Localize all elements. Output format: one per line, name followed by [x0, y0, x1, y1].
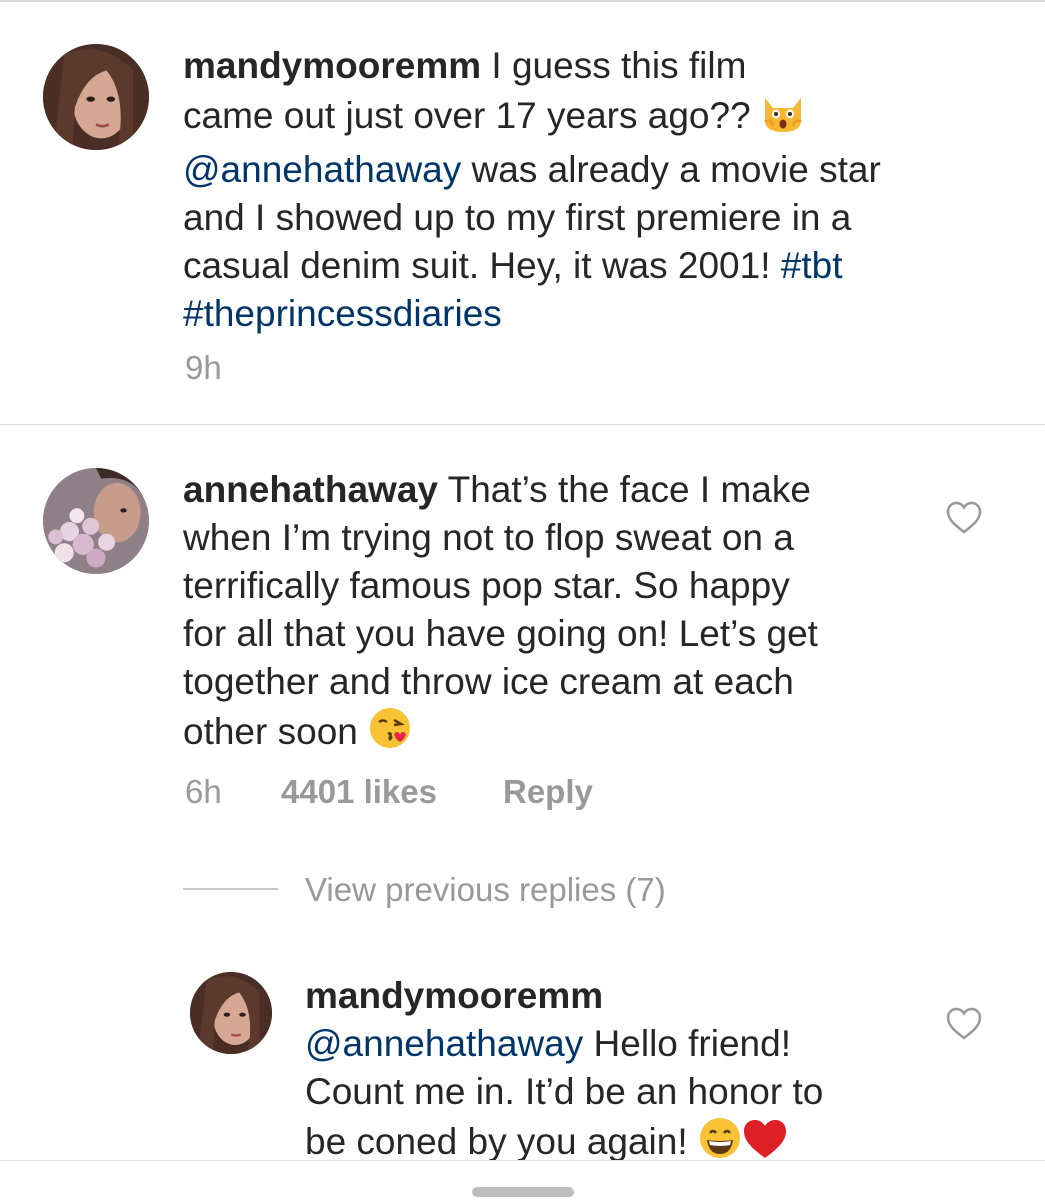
comment-line6: other soon [183, 711, 369, 752]
comment-line2: when I’m trying not to flop sweat on a [183, 517, 794, 558]
comment-line1: That’s the face I make [437, 469, 811, 510]
caption-divider [0, 424, 1045, 425]
caption-text-line5: casual denim suit. Hey, it was 2001! [183, 245, 781, 286]
like-reply-heart-icon[interactable] [946, 1007, 982, 1041]
hashtag-theprincessdiaries[interactable]: #theprincessdiaries [183, 293, 502, 334]
avatar-mandymooremm-reply[interactable] [190, 972, 272, 1054]
reply-line3: be coned by you again! [305, 1121, 698, 1162]
caption-text: mandymooremm I guess this film came out … [183, 42, 881, 338]
caption-text-line2: came out just over 17 years ago?? [183, 95, 761, 136]
home-indicator[interactable] [472, 1187, 574, 1197]
reply-mention[interactable]: @annehathaway [305, 1023, 583, 1064]
kissing-face-icon [368, 706, 412, 762]
avatar-mandymooremm[interactable] [43, 44, 149, 150]
caption-timestamp: 9h [185, 349, 222, 386]
caption-text-line1: I guess this film [481, 45, 747, 86]
reply-line1: Hello friend! [583, 1023, 791, 1064]
reply-username[interactable]: mandymooremm [305, 975, 603, 1016]
reply-text: mandymooremm @annehathaway Hello friend!… [305, 972, 823, 1172]
avatar-photo [190, 972, 272, 1054]
scream-cat-icon [761, 90, 805, 146]
like-comment-heart-icon[interactable] [946, 501, 982, 535]
comment-text: annehathaway That’s the face I make when… [183, 466, 818, 762]
avatar-annehathaway[interactable] [43, 468, 149, 574]
avatar-photo [43, 44, 149, 150]
caption-mention[interactable]: @annehathaway [183, 149, 461, 190]
reply-line2: Count me in. It’d be an honor to [305, 1071, 824, 1112]
caption-username[interactable]: mandymooremm [183, 45, 481, 86]
comment-likes[interactable]: 4401 likes [281, 772, 437, 812]
post-caption: mandymooremm I guess this film came out … [0, 0, 1045, 425]
comment-line5: together and throw ice cream at each [183, 661, 794, 702]
caption-text-line4: and I showed up to my first premiere in … [183, 197, 852, 238]
comment-username[interactable]: annehathaway [183, 469, 438, 510]
avatar-photo [43, 468, 149, 574]
hashtag-tbt[interactable]: #tbt [781, 245, 843, 286]
replies-thread-line [183, 888, 278, 890]
caption-text-line3: was already a movie star [461, 149, 881, 190]
reply-button-label[interactable]: Reply [503, 773, 593, 810]
view-previous-replies-button[interactable]: View previous replies (7) [305, 870, 666, 910]
comment-line3: terrifically famous pop star. So happy [183, 565, 790, 606]
comment-timestamp: 6h [185, 773, 222, 810]
comment-likes-count[interactable]: 4401 likes [281, 773, 437, 810]
comment-line4: for all that you have going on! Let’s ge… [183, 613, 818, 654]
reply-button[interactable]: Reply [503, 772, 593, 812]
